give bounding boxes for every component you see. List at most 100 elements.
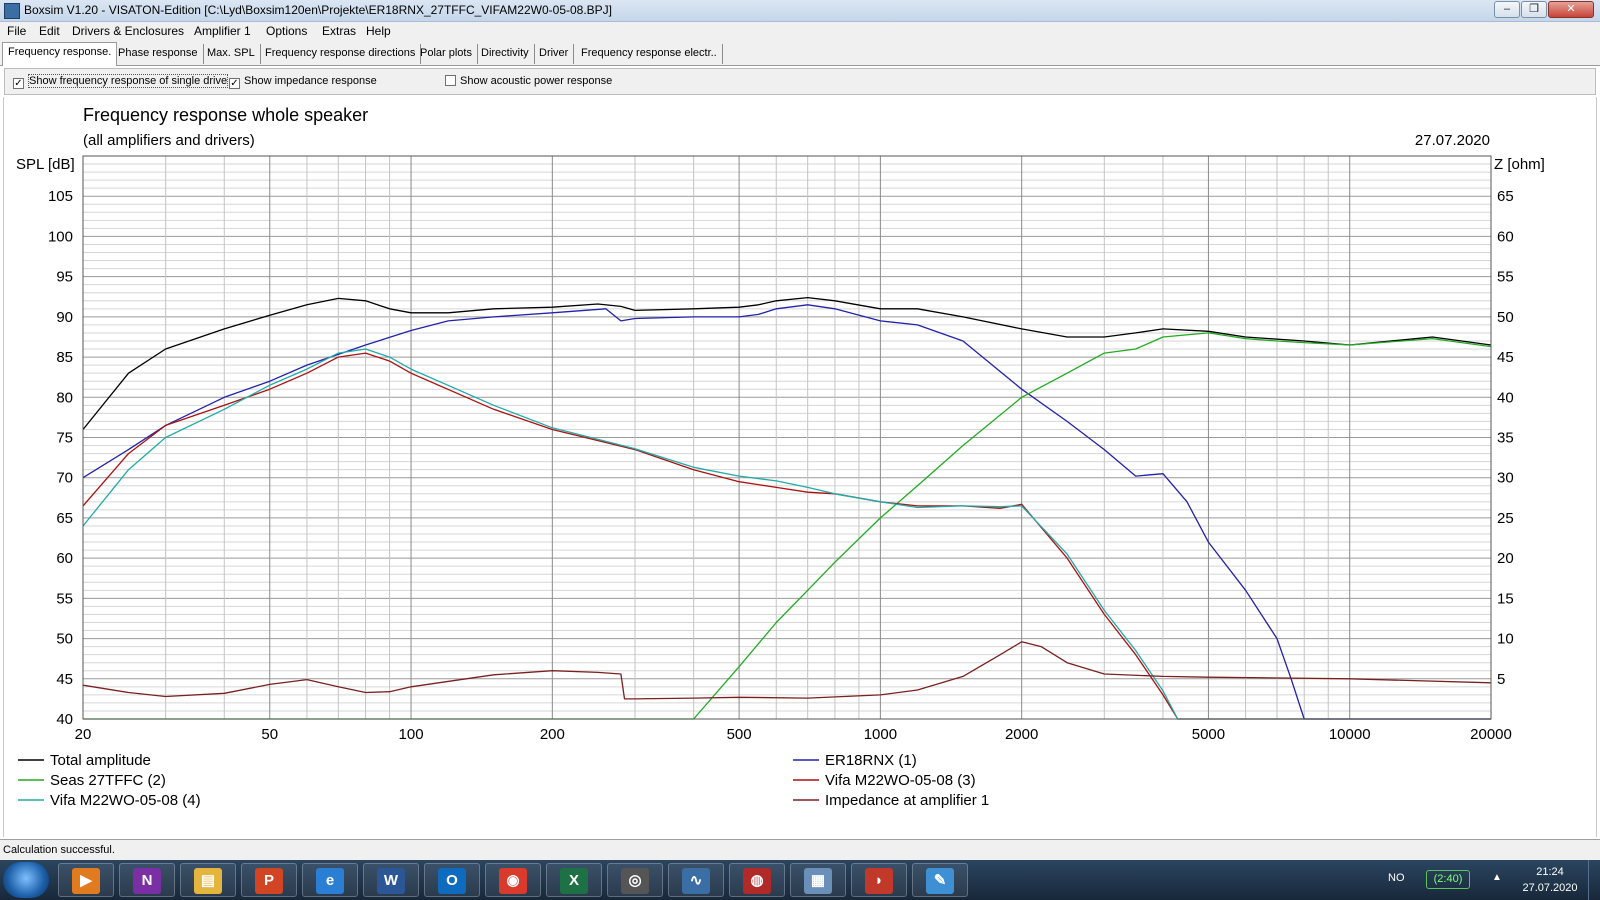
legend-label: Vifa M22WO-05-08 (3) [825,772,976,789]
legend: Total amplitude Seas 27TFFC (2) Vifa M22WO… [18,752,989,809]
single-drivers-checkbox[interactable]: ✓ [13,78,24,89]
tray-battery[interactable]: (2:40) [1426,870,1470,889]
impedance-label: Show impedance response [244,75,377,87]
series-line-0 [82,296,1492,430]
boxsim-chart-icon: ∿ [682,868,710,894]
tray-language[interactable]: NO [1388,872,1405,884]
y-tick-label: 105 [48,188,73,205]
y2-tick-label: 60 [1497,228,1514,245]
tab-polar-plots[interactable]: Polar plots [415,44,478,64]
menu-bar: File Edit Drivers & Enclosures Amplifier… [0,22,1600,41]
calculator-icon: ▦ [804,868,832,894]
taskbar-paint[interactable]: ✎ [912,863,968,897]
taskbar-internet-explorer[interactable]: e [302,863,358,897]
status-text: Calculation successful. [3,844,115,856]
start-button[interactable] [3,862,49,898]
series-line-3 [82,352,1491,720]
option-acoustic-power[interactable]: Show acoustic power response [445,75,612,87]
menu-amplifier-1[interactable]: Amplifier 1 [194,24,251,38]
outlook-icon: O [438,868,466,894]
x-tick-label: 100 [399,726,424,743]
media-player-icon: ▶ [72,868,100,894]
taskbar-excel[interactable]: X [546,863,602,897]
y2-tick-label: 10 [1497,631,1514,648]
y-tick-label: 65 [56,510,73,527]
y-tick-label: 90 [56,309,73,326]
taskbar-chrome[interactable]: ◉ [485,863,541,897]
y-tick-label: 95 [56,269,73,286]
frequency-response-chart: 40 45 50 55 60 65 70 75 80 85 90 95 100 105 5 10 15 20 25 3… [16,105,1545,809]
internet-explorer-icon: e [316,868,344,894]
minimize-button[interactable]: – [1494,1,1520,18]
winisd-icon: ◎ [621,868,649,894]
taskbar-file-explorer[interactable]: ▤ [180,863,236,897]
taskbar-calculator[interactable]: ▦ [790,863,846,897]
option-impedance[interactable]: ✓ Show impedance response [229,75,377,89]
powerpoint-icon: P [255,868,283,894]
axis-ticks: 40 45 50 55 60 65 70 75 80 85 90 95 100 105 5 10 15 20 25 3… [48,188,1514,743]
taskbar-onenote[interactable]: N [119,863,175,897]
status-bar: Calculation successful. [0,839,1600,860]
restore-button[interactable]: ❐ [1521,1,1547,18]
x-tick-label: 200 [540,726,565,743]
option-single-drivers[interactable]: ✓ Show frequency response of single drive [13,74,229,89]
excel-icon: X [560,868,588,894]
menu-file[interactable]: File [7,24,26,38]
show-desktop-button[interactable] [1588,860,1600,900]
y-tick-label: 40 [56,711,73,728]
tab-frequency-response-electrical[interactable]: Frequency response electr.. [576,44,723,64]
taskbar-media-player[interactable]: ▶ [58,863,114,897]
menu-drivers-enclosures[interactable]: Drivers & Enclosures [72,24,184,38]
x-tick-label: 20000 [1470,726,1512,743]
tray-expand-icon[interactable]: ▲ [1492,872,1502,883]
tab-directivity[interactable]: Directivity [476,44,535,64]
chart-date: 27.07.2020 [1415,132,1490,149]
y-tick-label: 45 [56,671,73,688]
y-tick-label: 80 [56,389,73,406]
legend-label: Vifa M22WO-05-08 (4) [50,792,201,809]
y2-tick-label: 50 [1497,309,1514,326]
chrome-icon: ◉ [499,868,527,894]
y2-tick-label: 35 [1497,430,1514,447]
legend-label: Impedance at amplifier 1 [825,792,989,809]
menu-extras[interactable]: Extras [322,24,356,38]
series-line-1 [82,304,1491,720]
tab-frequency-response-directions[interactable]: Frequency response directions [260,44,422,64]
x-tick-label: 5000 [1192,726,1225,743]
taskbar-red-app[interactable]: ◗ [851,863,907,897]
x-tick-label: 2000 [1005,726,1038,743]
file-explorer-icon: ▤ [194,868,222,894]
impedance-checkbox[interactable]: ✓ [229,78,240,89]
y2-tick-label: 30 [1497,470,1514,487]
menu-help[interactable]: Help [366,24,391,38]
taskbar-winisd[interactable]: ◎ [607,863,663,897]
tab-phase-response[interactable]: Phase response [113,44,204,64]
tab-frequency-response[interactable]: Frequency response. [2,42,118,66]
legend-label: ER18RNX (1) [825,752,917,769]
menu-options[interactable]: Options [266,24,307,38]
tab-max-spl[interactable]: Max. SPL [202,44,261,64]
red-app-icon: ◗ [865,868,893,894]
taskbar-word[interactable]: W [363,863,419,897]
y-tick-label: 100 [48,228,73,245]
taskbar-outlook[interactable]: O [424,863,480,897]
y2-tick-label: 20 [1497,550,1514,567]
acoustic-power-checkbox[interactable] [445,75,456,86]
taskbar-powerpoint[interactable]: P [241,863,297,897]
y2-tick-label: 25 [1497,510,1514,527]
y2-axis-label: Z [ohm] [1494,156,1545,173]
plot-panel: 40 45 50 55 60 65 70 75 80 85 90 95 100 105 5 10 15 20 25 3… [3,97,1597,837]
y-tick-label: 70 [56,470,73,487]
boxsim-app-icon [4,3,20,19]
chart-subtitle: (all amplifiers and drivers) [83,132,255,149]
taskbar: ▶ N ▤ Pe W O ◉ X ◎ ∿ ◍ ▦ ◗ ✎ NO (2:40) ▲ 21:24 27.07.… [0,860,1600,900]
taskbar-boxsim-speaker[interactable]: ◍ [729,863,785,897]
tray-date[interactable]: 27.07.2020 [1518,882,1582,894]
tray-time[interactable]: 21:24 [1522,866,1578,878]
paint-icon: ✎ [926,868,954,894]
word-icon: W [377,868,405,894]
close-button[interactable]: ✕ [1548,1,1594,18]
taskbar-boxsim-chart[interactable]: ∿ [668,863,724,897]
menu-edit[interactable]: Edit [39,24,60,38]
tab-driver[interactable]: Driver [534,44,575,64]
